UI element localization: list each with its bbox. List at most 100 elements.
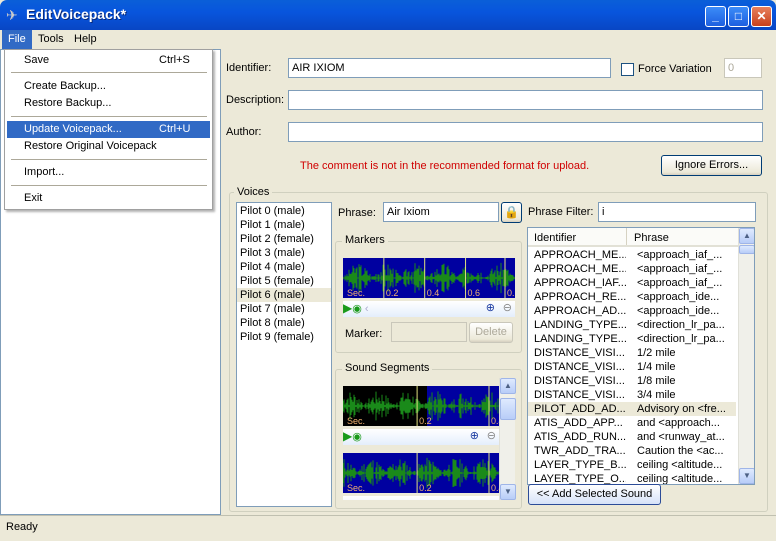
app-icon: ✈ (6, 7, 18, 23)
time-tick-label: 0.2 (419, 416, 432, 426)
pilot-item[interactable]: Pilot 2 (female) (237, 232, 331, 246)
cell-identifier: DISTANCE_VISI... (534, 361, 625, 373)
scroll-down-icon[interactable]: ▼ (500, 484, 516, 500)
table-row[interactable]: TWR_ADD_TRA... Caution the <ac... (528, 444, 736, 458)
table-row[interactable]: DISTANCE_VISI... 1/8 mile (528, 374, 736, 388)
marker-input[interactable] (391, 322, 467, 342)
pilot-item[interactable]: Pilot 1 (male) (237, 218, 331, 232)
table-row[interactable]: LANDING_TYPE... <direction_lr_pa... (528, 318, 736, 332)
cell-phrase: Advisory on <fre... (637, 403, 726, 415)
variation-spinner[interactable]: 0 (724, 58, 762, 78)
cell-identifier: LAYER_TYPE_B... (534, 459, 626, 471)
menu-item-label: Save (24, 54, 50, 66)
table-row[interactable]: LAYER_TYPE_B... ceiling <altitude... (528, 458, 736, 472)
play-icon[interactable]: ▶ (343, 429, 352, 443)
time-tick-label: 0.4 (491, 483, 499, 493)
segment-waveform[interactable]: Sec. 0.2 0.4 (343, 453, 499, 493)
author-input[interactable] (288, 122, 763, 142)
ignore-errors-button[interactable]: Ignore Errors... (661, 155, 762, 176)
lock-button[interactable]: 🔒 (501, 202, 522, 223)
menu-item-restore-original[interactable]: Restore Original Voicepack (7, 138, 210, 155)
list-scrollbar[interactable]: ▲ ▼ (738, 228, 754, 484)
delete-marker-button[interactable]: Delete (469, 322, 513, 343)
menu-file[interactable]: File (2, 30, 32, 49)
menu-item-import[interactable]: Import... (7, 164, 210, 181)
time-tick-label: Sec. (347, 416, 365, 426)
cell-phrase: and <approach... (637, 417, 720, 429)
pilot-item[interactable]: Pilot 6 (male) (237, 288, 331, 302)
phrase-filter-input[interactable]: i (598, 202, 756, 222)
zoom-out-icon[interactable]: ⊖ (503, 301, 512, 314)
segments-scrollbar[interactable]: ▲ ▼ (499, 378, 516, 500)
menu-tools[interactable]: Tools (32, 30, 70, 49)
menu-item-update-voicepack[interactable]: Update Voicepack... Ctrl+U (7, 121, 210, 138)
sound-list-view[interactable]: Identifier Phrase APPROACH_ME... <approac… (527, 227, 755, 485)
table-row[interactable]: DISTANCE_VISI... 1/2 mile (528, 346, 736, 360)
time-tick-label: 0.2 (386, 288, 399, 298)
phrase-filter-label: Phrase Filter: (528, 206, 594, 218)
scroll-up-icon[interactable]: ▲ (500, 378, 516, 394)
force-variation-checkbox[interactable] (621, 63, 634, 76)
minimize-button[interactable]: _ (705, 6, 726, 27)
pilot-item[interactable]: Pilot 4 (male) (237, 260, 331, 274)
pilot-item[interactable]: Pilot 9 (female) (237, 330, 331, 344)
scroll-down-icon[interactable]: ▼ (739, 468, 754, 484)
loop-icon[interactable]: ◉ (352, 303, 362, 315)
close-button[interactable]: ✕ (751, 6, 772, 27)
menu-item-save[interactable]: Save Ctrl+S (7, 52, 210, 69)
table-row[interactable]: APPROACH_AD... <approach_ide... (528, 304, 736, 318)
scroll-thumb[interactable] (739, 245, 754, 254)
pilot-item[interactable]: Pilot 7 (male) (237, 302, 331, 316)
pilot-item[interactable]: Pilot 5 (female) (237, 274, 331, 288)
column-identifier[interactable]: Identifier (534, 232, 576, 244)
zoom-in-icon[interactable]: ⊕ (470, 429, 479, 442)
list-header: Identifier Phrase (528, 228, 738, 247)
table-row[interactable]: APPROACH_IAF... <approach_iaf_... (528, 276, 736, 290)
description-label: Description: (226, 94, 285, 106)
table-row[interactable]: ATIS_ADD_APP... and <approach... (528, 416, 736, 430)
markers-waveform-control: Sec. 0.2 0.4 0.6 0. ▶◉ ‹ ⊕ ⊖ (342, 258, 515, 317)
window-title: EditVoicepack* (26, 6, 127, 22)
pilot-item[interactable]: Pilot 3 (male) (237, 246, 331, 260)
table-row[interactable]: APPROACH_RE... <approach_ide... (528, 290, 736, 304)
menu-item-restore-backup[interactable]: Restore Backup... (7, 95, 210, 112)
add-selected-sound-button[interactable]: << Add Selected Sound (528, 484, 661, 505)
cell-identifier: DISTANCE_VISI... (534, 389, 625, 401)
menu-help[interactable]: Help (68, 30, 103, 49)
menu-item-exit[interactable]: Exit (7, 190, 210, 207)
scroll-left-icon[interactable]: ‹ (365, 303, 369, 315)
scroll-up-icon[interactable]: ▲ (739, 228, 754, 244)
column-phrase[interactable]: Phrase (634, 232, 669, 244)
table-row[interactable]: APPROACH_ME... <approach_iaf_... (528, 262, 736, 276)
phrase-input[interactable]: Air Ixiom (383, 202, 499, 222)
segment-waveform[interactable]: Sec. 0.2 0.4 (343, 386, 499, 426)
zoom-in-icon[interactable]: ⊕ (486, 301, 495, 314)
table-row[interactable]: APPROACH_ME... <approach_iaf_... (528, 248, 736, 262)
markers-waveform[interactable]: Sec. 0.2 0.4 0.6 0. (342, 258, 515, 298)
menu-separator (11, 159, 207, 160)
cell-phrase: <approach_iaf_... (637, 277, 723, 289)
table-row[interactable]: DISTANCE_VISI... 1/4 mile (528, 360, 736, 374)
scroll-thumb[interactable] (500, 398, 516, 420)
table-row[interactable]: LANDING_TYPE... <direction_lr_pa... (528, 332, 736, 346)
time-tick-label: Sec. (347, 483, 365, 493)
table-row[interactable]: ATIS_ADD_RUN... and <runway_at... (528, 430, 736, 444)
identifier-input[interactable]: AIR IXIOM (288, 58, 611, 78)
pilot-list[interactable]: Pilot 0 (male) Pilot 1 (male) Pilot 2 (fem… (236, 202, 332, 507)
cell-identifier: TWR_ADD_TRA... (534, 445, 626, 457)
menu-item-label: Update Voicepack... (24, 123, 122, 135)
force-variation-label: Force Variation (638, 63, 712, 75)
loop-icon[interactable]: ◉ (352, 431, 362, 443)
cell-phrase: and <runway_at... (637, 431, 725, 443)
table-row[interactable]: DISTANCE_VISI... 3/4 mile (528, 388, 736, 402)
description-input[interactable] (288, 90, 763, 110)
menu-item-create-backup[interactable]: Create Backup... (7, 78, 210, 95)
pilot-item[interactable]: Pilot 0 (male) (237, 204, 331, 218)
play-icon[interactable]: ▶ (343, 301, 352, 315)
file-menu-dropdown: Save Ctrl+S Create Backup... Restore Back… (4, 49, 213, 210)
table-row[interactable]: PILOT_ADD_AD... Advisory on <fre... (528, 402, 736, 416)
pilot-item[interactable]: Pilot 8 (male) (237, 316, 331, 330)
zoom-out-icon[interactable]: ⊖ (487, 429, 496, 442)
phrase-label: Phrase: (338, 207, 376, 219)
maximize-button[interactable]: □ (728, 6, 749, 27)
